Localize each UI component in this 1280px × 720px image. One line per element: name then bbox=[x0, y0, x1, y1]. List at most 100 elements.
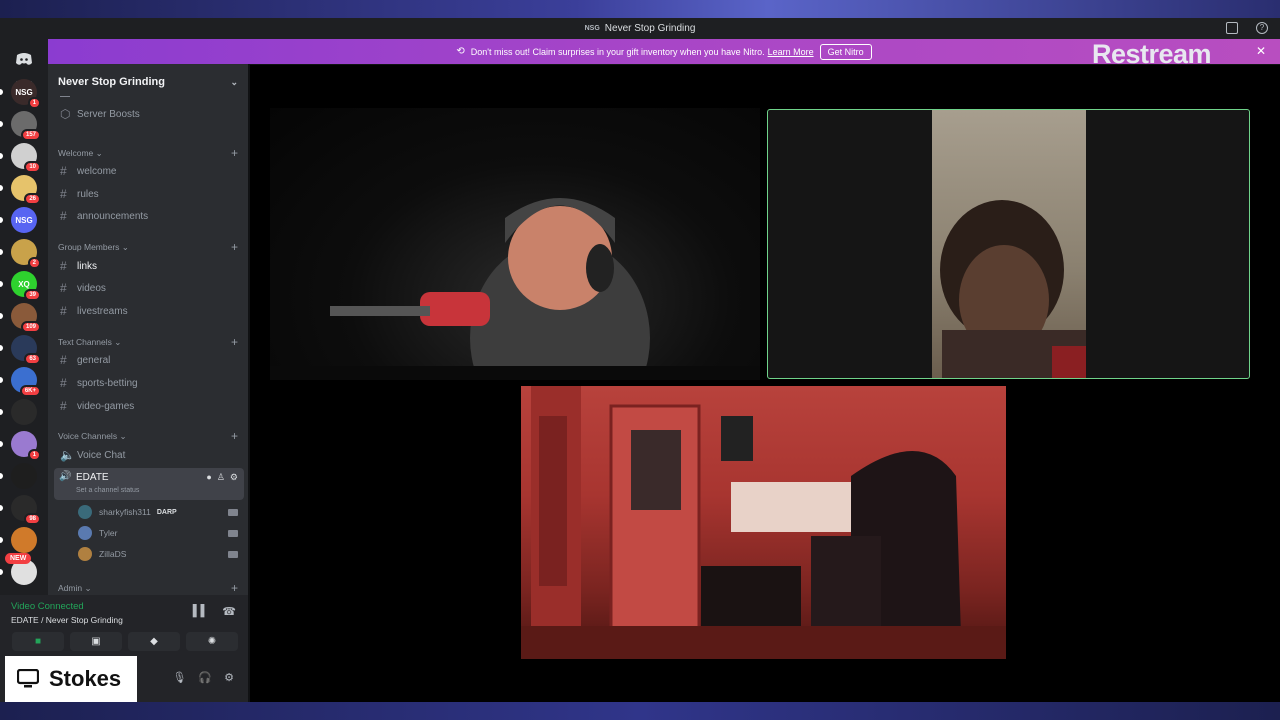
streamer-name: Stokes bbox=[49, 666, 122, 691]
server-icon[interactable]: 10 bbox=[0, 143, 41, 173]
mention-badge: 6K+ bbox=[19, 385, 41, 397]
category-admin[interactable]: Admin ⌄ + bbox=[58, 581, 238, 595]
category-label: Group Members bbox=[58, 241, 120, 252]
channel-video-games[interactable]: # video-games bbox=[54, 396, 244, 416]
server-icon[interactable]: 1 bbox=[0, 431, 41, 461]
category-welcome[interactable]: Welcome ⌄ + bbox=[58, 146, 238, 160]
add-channel-icon[interactable]: + bbox=[231, 146, 238, 160]
voice-member[interactable]: sharkyfish311 DARP bbox=[78, 503, 244, 521]
server-icon[interactable]: 26 bbox=[0, 175, 41, 205]
video-tile-streamer[interactable] bbox=[270, 108, 760, 380]
category-label: Welcome bbox=[58, 147, 94, 158]
hash-icon: # bbox=[60, 164, 67, 178]
voice-connected-panel: Video Connected EDATE / Never Stop Grind… bbox=[0, 595, 248, 657]
mention-badge: 26 bbox=[24, 193, 41, 205]
member-name: ZillaDS bbox=[99, 549, 127, 559]
close-icon[interactable]: ✕ bbox=[1256, 44, 1266, 58]
server-icon-label: NSG bbox=[15, 87, 33, 97]
channel-label: Voice Chat bbox=[77, 449, 126, 461]
member-name: Tyler bbox=[99, 528, 118, 538]
video-tile-empty-room[interactable] bbox=[521, 386, 1006, 659]
video-tile-speaking[interactable] bbox=[767, 109, 1250, 379]
add-channel-icon[interactable]: + bbox=[231, 240, 238, 254]
category-voice-channels[interactable]: Voice Channels ⌄ + bbox=[58, 429, 238, 443]
channel-status[interactable]: Set a channel status bbox=[76, 487, 139, 494]
headphones-icon[interactable]: 🎧 bbox=[198, 671, 212, 684]
noise-suppression-icon[interactable]: ▌▌ bbox=[193, 605, 209, 618]
nitro-icon: ⟲ bbox=[456, 46, 465, 57]
new-badge: NEW bbox=[5, 553, 32, 564]
chevron-down-icon: ⌄ bbox=[230, 76, 238, 87]
server-icon[interactable] bbox=[0, 463, 37, 489]
soundboard-button[interactable]: ✺ bbox=[186, 632, 238, 651]
help-icon[interactable]: ? bbox=[1256, 22, 1268, 34]
channel-videos[interactable]: # videos bbox=[54, 278, 244, 298]
video-camera-icon bbox=[228, 529, 238, 537]
stream-frame-bottom bbox=[0, 702, 1280, 720]
camera-button[interactable]: ■ bbox=[12, 632, 64, 651]
mention-badge: 157 bbox=[20, 129, 41, 141]
channel-label: video-games bbox=[77, 400, 135, 412]
channel-livestreams[interactable]: # livestreams bbox=[54, 301, 244, 321]
voice-member[interactable]: Tyler bbox=[78, 524, 244, 542]
mention-badge: 98 bbox=[24, 513, 41, 525]
voice-channel-path[interactable]: EDATE / Never Stop Grinding bbox=[11, 615, 123, 625]
channel-label: sports-betting bbox=[77, 377, 138, 389]
gear-icon[interactable]: ⚙ bbox=[230, 472, 238, 483]
video-feed-image bbox=[521, 386, 1006, 659]
voice-channel-voice-chat[interactable]: 🔈 Voice Chat bbox=[54, 445, 244, 465]
mention-badge: 39 bbox=[24, 289, 41, 301]
learn-more-link[interactable]: Learn More bbox=[768, 47, 814, 57]
boost-icon: ⬡ bbox=[60, 107, 71, 121]
channel-welcome[interactable]: # welcome bbox=[54, 161, 244, 181]
monitor-icon bbox=[17, 669, 39, 688]
streamer-nameplate: Stokes bbox=[5, 656, 137, 702]
avatar bbox=[78, 547, 92, 561]
microphone-icon[interactable]: 🎙 bbox=[172, 671, 186, 684]
server-header[interactable]: Never Stop Grinding ⌄ bbox=[48, 68, 248, 96]
voice-status[interactable]: Video Connected bbox=[11, 601, 84, 612]
screen-share-button[interactable]: ▣ bbox=[70, 632, 122, 651]
channel-general[interactable]: # general bbox=[54, 350, 244, 370]
server-icon[interactable]: 2 bbox=[0, 239, 41, 269]
channel-announcements[interactable]: # announcements bbox=[54, 206, 244, 226]
channel-label: welcome bbox=[77, 165, 117, 177]
invite-icon[interactable]: ♙ bbox=[217, 472, 225, 483]
discord-home-button[interactable] bbox=[10, 45, 38, 73]
server-icon[interactable]: NSG bbox=[0, 207, 37, 233]
add-channel-icon[interactable]: + bbox=[231, 581, 238, 595]
server-icon[interactable]: 63 bbox=[0, 335, 41, 365]
get-nitro-button[interactable]: Get Nitro bbox=[819, 43, 872, 60]
member-name: sharkyfish311 bbox=[99, 507, 151, 517]
server-icon[interactable]: 109 bbox=[0, 303, 41, 333]
server-icon[interactable]: 157 bbox=[0, 111, 41, 141]
server-icon[interactable]: 98 bbox=[0, 495, 41, 525]
mention-badge: 1 bbox=[27, 449, 41, 461]
channel-label: links bbox=[77, 260, 98, 272]
hash-icon: # bbox=[60, 209, 67, 223]
window-title: Never Stop Grinding bbox=[604, 23, 696, 34]
gear-icon[interactable]: ⚙ bbox=[224, 671, 234, 684]
add-channel-icon[interactable]: + bbox=[231, 335, 238, 349]
channel-rules[interactable]: # rules bbox=[54, 184, 244, 204]
avatar bbox=[78, 526, 92, 540]
activities-button[interactable]: ◆ bbox=[128, 632, 180, 651]
channel-sports-betting[interactable]: # sports-betting bbox=[54, 373, 244, 393]
video-camera-icon: ■ bbox=[34, 636, 42, 647]
voice-channel-edate[interactable]: 🔊 EDATE Set a channel status ● ♙ ⚙ bbox=[54, 468, 244, 500]
server-icon[interactable] bbox=[0, 527, 37, 553]
server-icon[interactable] bbox=[0, 399, 37, 425]
add-channel-icon[interactable]: + bbox=[231, 429, 238, 443]
category-group-members[interactable]: Group Members ⌄ + bbox=[58, 240, 238, 254]
voice-member[interactable]: ZillaDS bbox=[78, 545, 244, 563]
server-icon[interactable]: NSG 1 bbox=[0, 79, 41, 109]
disconnect-icon[interactable]: ☎ bbox=[222, 605, 236, 618]
server-icon[interactable]: XQ 39 bbox=[0, 271, 41, 301]
server-boosts[interactable]: ⬡ Server Boosts bbox=[54, 104, 244, 124]
channel-label: livestreams bbox=[77, 305, 128, 317]
channel-links[interactable]: # links bbox=[54, 256, 244, 276]
server-icon[interactable]: 6K+ bbox=[0, 367, 41, 397]
inbox-icon[interactable] bbox=[1226, 22, 1238, 34]
category-text-channels[interactable]: Text Channels ⌄ + bbox=[58, 335, 238, 349]
chat-icon[interactable]: ● bbox=[206, 472, 211, 483]
